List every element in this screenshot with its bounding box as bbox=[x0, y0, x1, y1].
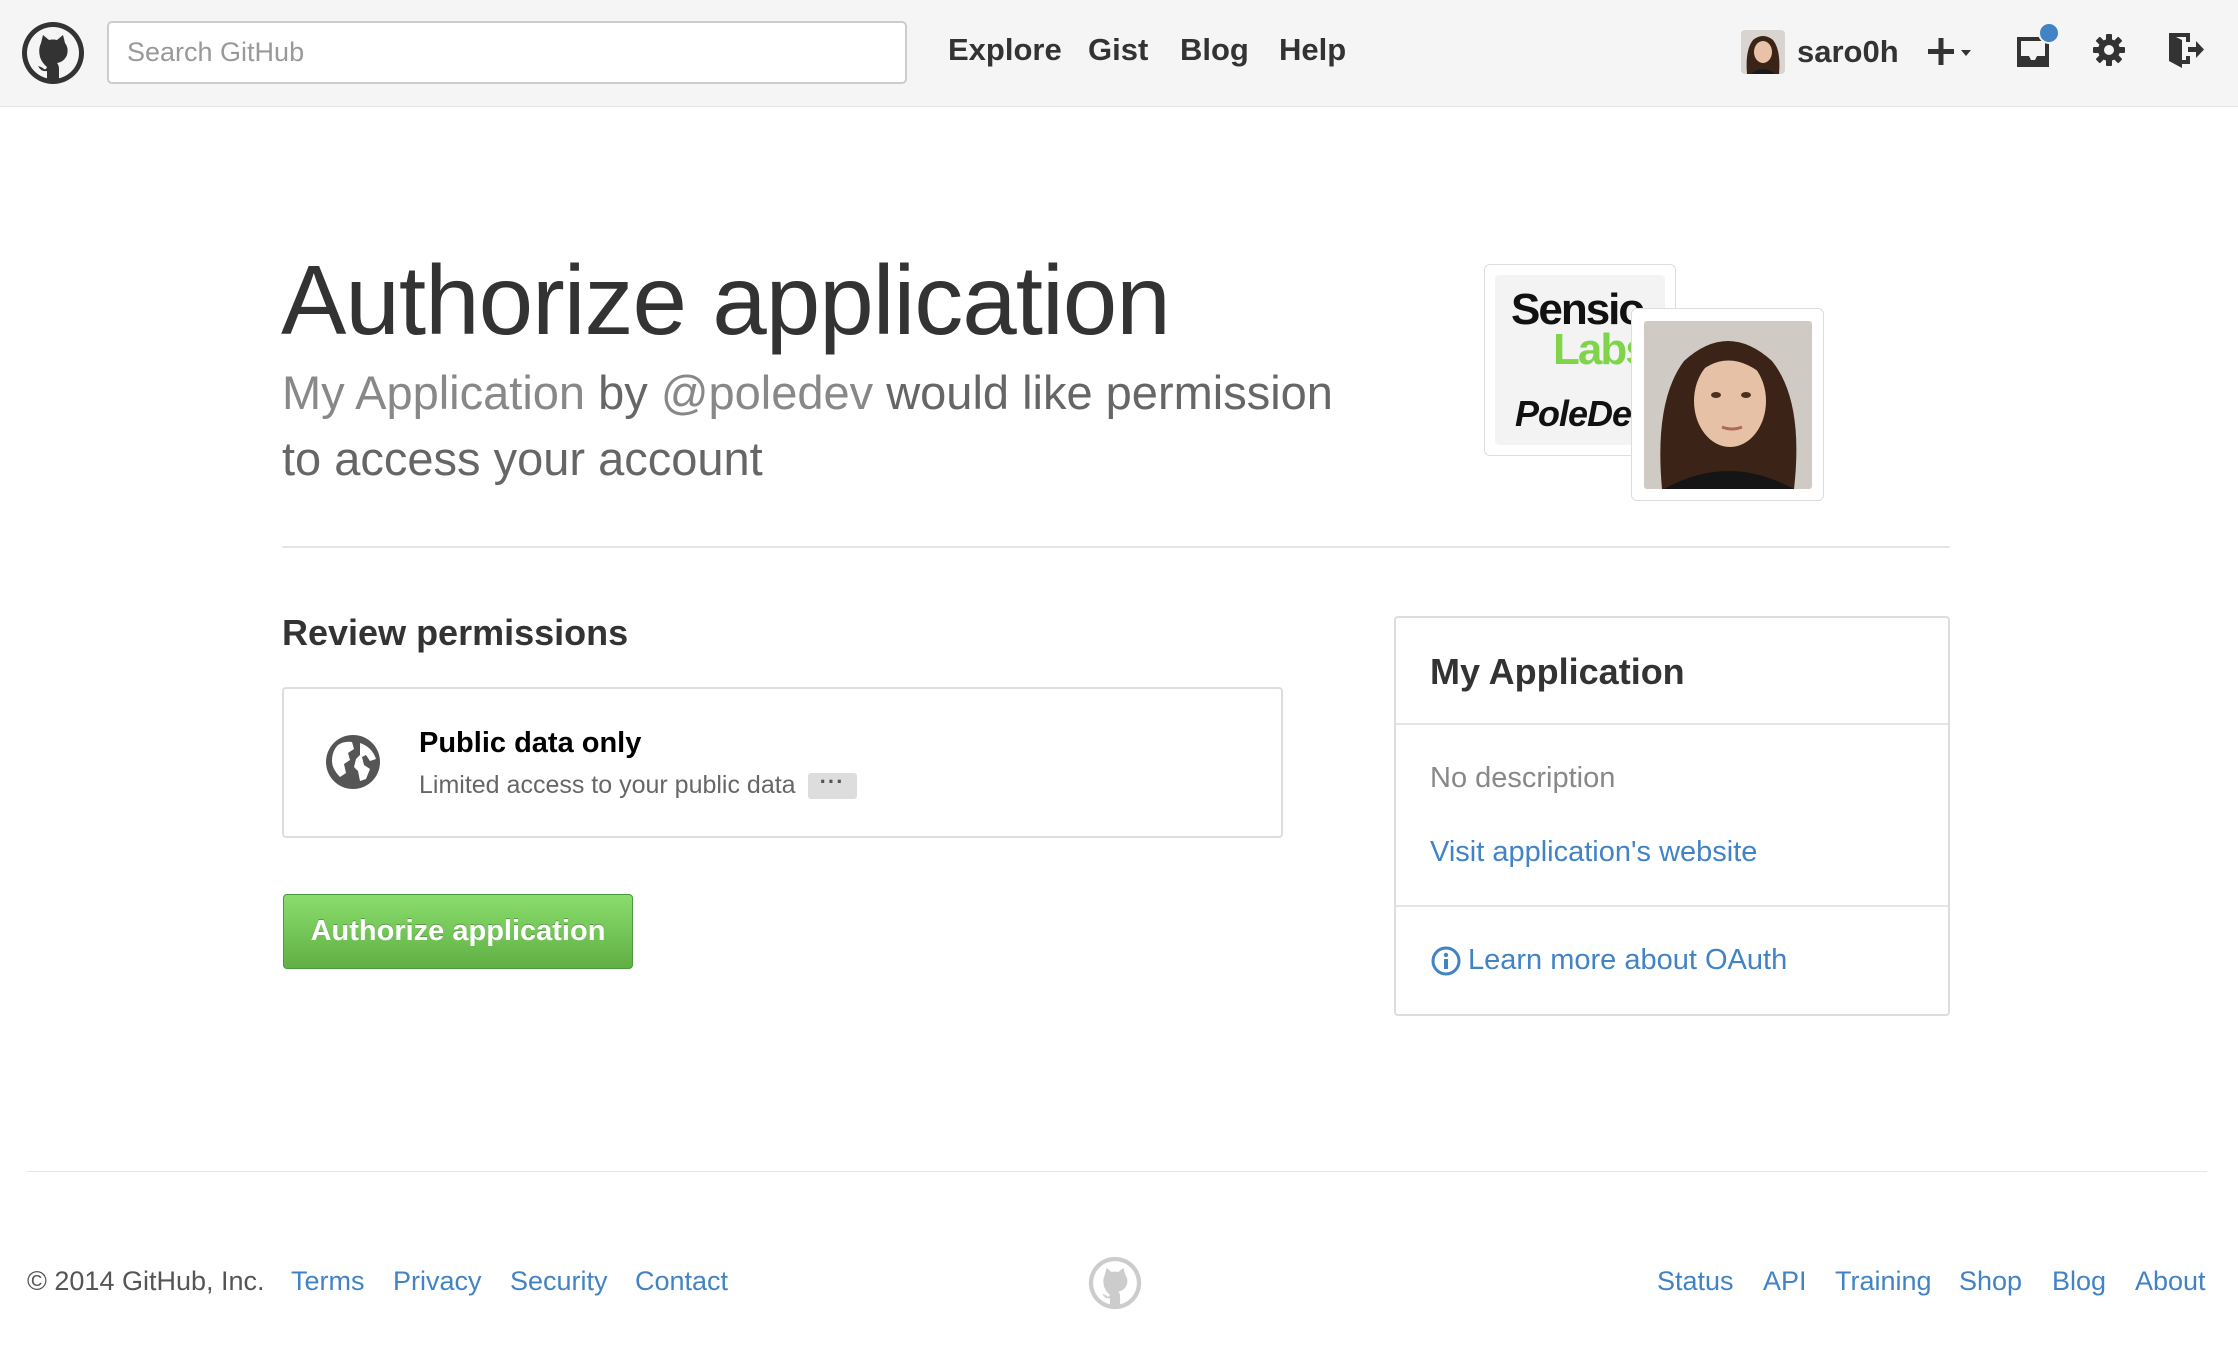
review-permissions-heading: Review permissions bbox=[282, 612, 629, 653]
footer-link-blog[interactable]: Blog bbox=[2052, 1264, 2106, 1298]
learn-oauth-label: Learn more about OAuth bbox=[1468, 944, 1788, 976]
footer-link-shop[interactable]: Shop bbox=[1959, 1264, 2022, 1298]
footer-github-icon[interactable] bbox=[1088, 1256, 1142, 1310]
footer-link-security[interactable]: Security bbox=[510, 1264, 608, 1298]
permission-description: Limited access to your public data ··· bbox=[419, 770, 857, 800]
authorize-application-button[interactable]: Authorize application bbox=[283, 894, 633, 969]
info-icon bbox=[1430, 945, 1462, 977]
footer-copyright: © 2014 GitHub, Inc. bbox=[27, 1266, 265, 1296]
footer-link-privacy[interactable]: Privacy bbox=[393, 1264, 482, 1298]
nav-help[interactable]: Help bbox=[1279, 30, 1346, 70]
footer-link-status[interactable]: Status bbox=[1657, 1264, 1734, 1298]
user-menu[interactable]: saro0h bbox=[1741, 30, 1899, 74]
globe-icon bbox=[324, 733, 382, 791]
permission-description-text: Limited access to your public data bbox=[419, 771, 796, 799]
page-title: Authorize application bbox=[281, 245, 1171, 355]
plus-icon[interactable] bbox=[1928, 34, 1978, 75]
visit-website-link[interactable]: Visit application's website bbox=[1430, 836, 1757, 869]
learn-oauth-link[interactable]: Learn more about OAuth bbox=[1430, 944, 1787, 977]
expand-details-button[interactable]: ··· bbox=[807, 770, 857, 799]
gear-icon[interactable] bbox=[2091, 32, 2127, 73]
footer-link-api[interactable]: API bbox=[1763, 1264, 1807, 1298]
panel-divider bbox=[1396, 905, 1948, 907]
notification-dot bbox=[2038, 22, 2060, 44]
github-logo-icon[interactable] bbox=[21, 21, 85, 85]
caret-down-icon bbox=[1961, 50, 1971, 56]
footer-link-about[interactable]: About bbox=[2135, 1264, 2206, 1298]
user-avatar-card bbox=[1631, 308, 1824, 501]
search-input[interactable] bbox=[107, 21, 907, 84]
app-name: My Application bbox=[282, 366, 586, 419]
site-header: Explore Gist Blog Help saro0h bbox=[0, 0, 2238, 107]
subtitle-by: by bbox=[585, 366, 661, 419]
footer-link-contact[interactable]: Contact bbox=[635, 1264, 728, 1298]
permission-title: Public data only bbox=[419, 727, 642, 759]
footer-divider bbox=[27, 1171, 2207, 1172]
footer-link-training[interactable]: Training bbox=[1835, 1264, 1932, 1298]
app-logo-line3: PoleDev bbox=[1515, 393, 1651, 434]
permission-item: Public data only Limited access to your … bbox=[282, 687, 1283, 838]
panel-divider bbox=[1396, 723, 1948, 725]
page-subtitle: My Application by @poledev would like pe… bbox=[282, 360, 1382, 492]
footer-link-terms[interactable]: Terms bbox=[291, 1264, 365, 1298]
sign-out-icon[interactable] bbox=[2166, 30, 2206, 75]
app-owner: @poledev bbox=[660, 366, 874, 419]
section-divider bbox=[282, 546, 1950, 548]
nav-explore[interactable]: Explore bbox=[948, 30, 1062, 70]
user-avatar bbox=[1644, 321, 1812, 489]
app-info-panel: My Application No description Visit appl… bbox=[1394, 616, 1950, 1016]
avatar bbox=[1741, 30, 1785, 74]
nav-gist[interactable]: Gist bbox=[1088, 30, 1148, 70]
app-description: No description bbox=[1430, 762, 1616, 794]
username: saro0h bbox=[1797, 34, 1899, 69]
app-info-title: My Application bbox=[1430, 651, 1685, 692]
nav-blog[interactable]: Blog bbox=[1180, 30, 1249, 70]
